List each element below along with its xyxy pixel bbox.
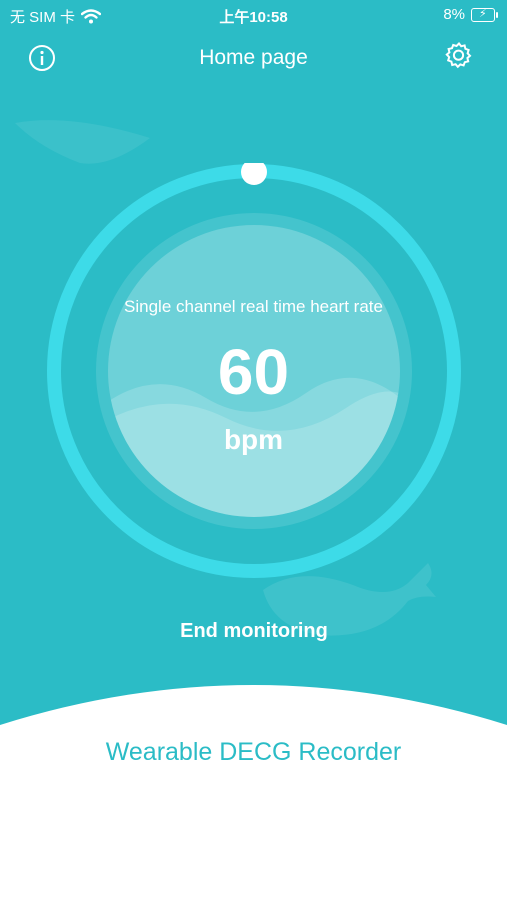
app-name: Wearable DECG Recorder — [105, 738, 402, 766]
